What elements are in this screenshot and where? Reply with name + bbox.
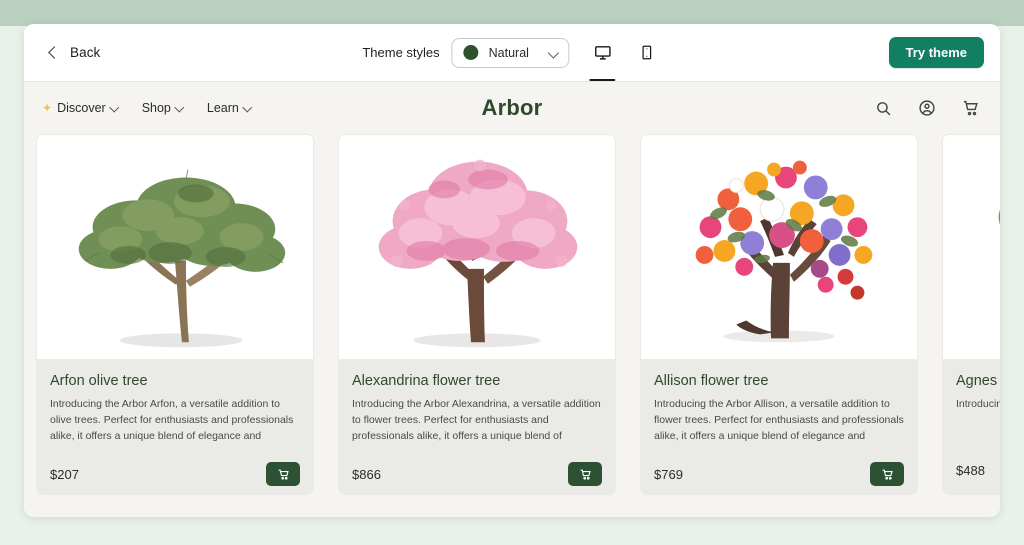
account-icon (919, 100, 935, 116)
top-background-band (0, 0, 1024, 26)
mobile-icon (642, 45, 652, 60)
product-price: $769 (654, 466, 683, 482)
search-button[interactable] (872, 97, 894, 119)
account-button[interactable] (916, 97, 938, 119)
product-info: Agnes b Introducing trees. Perfec unique… (943, 359, 1000, 494)
product-title: Arfon olive tree (50, 373, 148, 389)
product-info: Alexandrina flower tree Introducing the … (339, 359, 615, 494)
product-image (943, 135, 1000, 359)
cart-button[interactable] (960, 97, 982, 119)
product-price: $207 (50, 466, 79, 482)
store-logo[interactable]: Arbor (482, 95, 543, 121)
nav-item-shop-label: Shop (141, 101, 171, 115)
style-color-swatch (463, 45, 479, 60)
desktop-view-button[interactable] (588, 24, 618, 81)
add-to-cart-button[interactable] (870, 462, 904, 486)
cart-icon (963, 100, 978, 116)
storefront-nav-links: ✦ Discover Shop Learn (42, 101, 253, 115)
nav-item-shop[interactable]: Shop (142, 101, 185, 115)
theme-style-controls: Theme styles Natural (362, 24, 661, 81)
theme-style-select[interactable]: Natural (451, 37, 570, 68)
nav-item-discover[interactable]: ✦ Discover (42, 101, 120, 115)
search-icon (876, 101, 890, 115)
product-info: Allison flower tree Introducing the Arbo… (641, 359, 917, 494)
chevron-down-icon (244, 104, 253, 113)
chevron-down-icon (111, 104, 120, 113)
product-info: Arfon olive tree Introducing the Arbor A… (37, 359, 313, 494)
green-tree-photo (943, 135, 1000, 359)
product-footer: $866 (352, 446, 602, 486)
nav-item-discover-label: Discover (57, 101, 106, 115)
product-image (37, 135, 313, 359)
storefront-preview: ✦ Discover Shop Learn Arbor Arfon olive … (24, 82, 1000, 517)
olive-tree-photo (37, 135, 313, 359)
product-footer: $769 (654, 446, 904, 486)
product-price: $866 (352, 466, 381, 482)
multicolor-flower-tree-photo (641, 135, 917, 359)
product-footer: $207 (50, 446, 300, 486)
product-card[interactable]: Agnes b Introducing trees. Perfec unique… (942, 134, 1000, 495)
chevron-down-icon (548, 47, 560, 59)
product-description: Introducing the Arbor Alexandrina, a ver… (352, 398, 601, 446)
add-to-cart-button[interactable] (266, 462, 300, 486)
product-description: Introducing the Arbor Arfon, a versatile… (50, 398, 294, 446)
storefront-navbar: ✦ Discover Shop Learn Arbor (24, 82, 1000, 134)
try-theme-button[interactable]: Try theme (888, 37, 984, 68)
product-card[interactable]: Allison flower tree Introducing the Arbo… (640, 134, 918, 495)
chevron-down-icon (176, 104, 185, 113)
cart-icon (882, 469, 893, 480)
sparkle-icon: ✦ (42, 101, 53, 115)
product-card[interactable]: Arfon olive tree Introducing the Arbor A… (36, 134, 314, 495)
device-preview-toggles (588, 24, 662, 81)
chevron-left-icon (46, 46, 60, 60)
product-card[interactable]: Alexandrina flower tree Introducing the … (338, 134, 616, 495)
product-title: Agnes b (956, 373, 1000, 389)
product-footer: $488 (956, 442, 1000, 482)
product-image (339, 135, 615, 359)
product-image (641, 135, 917, 359)
nav-item-learn[interactable]: Learn (207, 101, 253, 115)
pink-blossom-tree-photo (339, 135, 615, 359)
back-button-label: Back (70, 45, 101, 60)
product-title: Alexandrina flower tree (352, 373, 501, 389)
theme-styles-label: Theme styles (362, 45, 440, 60)
product-description: Introducing the Arbor Allison, a versati… (654, 398, 904, 446)
cart-icon (278, 469, 289, 480)
theme-editor-toolbar: Back Theme styles Natural Try theme (24, 24, 1000, 82)
cart-icon (580, 469, 591, 480)
nav-item-learn-label: Learn (206, 101, 239, 115)
product-carousel[interactable]: Arfon olive tree Introducing the Arbor A… (24, 134, 1000, 517)
desktop-icon (594, 46, 611, 60)
back-button[interactable]: Back (40, 41, 106, 64)
product-title: Allison flower tree (654, 373, 769, 389)
mobile-view-button[interactable] (632, 24, 662, 81)
product-description: Introducing trees. Perfec unique blen (956, 398, 1000, 410)
product-price: $488 (956, 462, 985, 478)
storefront-nav-icons (872, 97, 982, 119)
add-to-cart-button[interactable] (568, 462, 602, 486)
theme-style-selected-value: Natural (488, 45, 529, 60)
theme-preview-panel: Back Theme styles Natural Try theme ✦ Di… (24, 24, 1000, 517)
